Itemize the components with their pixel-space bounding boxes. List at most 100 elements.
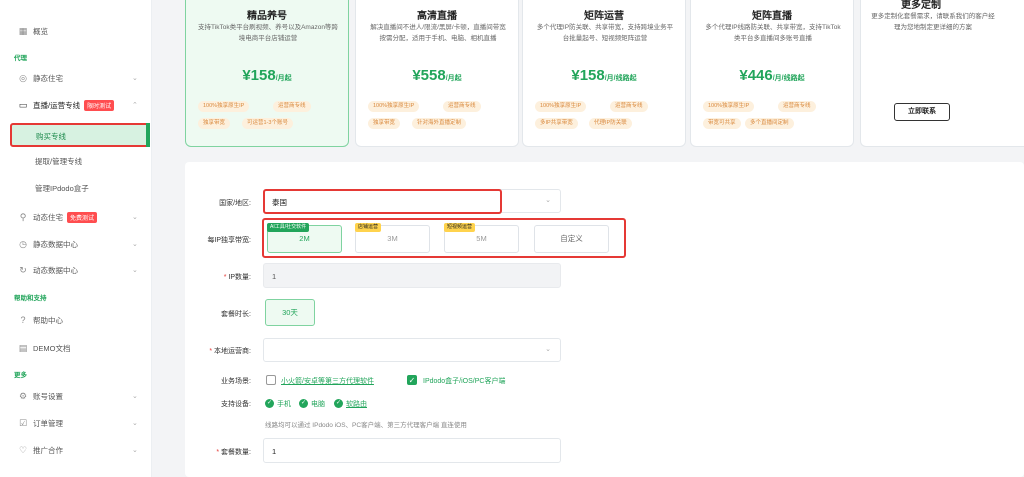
chevron-down-icon: ⌄ xyxy=(132,447,138,454)
price-value: ¥558 xyxy=(412,67,446,84)
device-pc: 电脑 xyxy=(311,401,325,408)
plan-tag: 多IP共享带宽 xyxy=(535,118,578,129)
plan-card-matrix-live[interactable]: 矩阵直播 多个代理IP线路防关联、共享带宽，支持TikTok类平台多直播间多账号… xyxy=(690,0,854,147)
price-value: ¥158 xyxy=(242,67,276,84)
plan-card-matrix-ops[interactable]: 矩阵运营 多个代理IP防关联、共享带宽，支持跨境业务平台批量起号、短视频矩阵运营… xyxy=(522,0,686,147)
grid-icon: ▦ xyxy=(18,26,28,36)
plan-title: 精品养号 xyxy=(247,11,287,22)
chevron-down-icon: ⌄ xyxy=(132,241,138,248)
price-value: ¥158 xyxy=(571,67,605,84)
check-circle-icon: ✓ xyxy=(265,399,274,408)
isp-label-text: 本地运营商: xyxy=(214,348,251,355)
plan-tag: 独享带宽 xyxy=(198,118,231,129)
sidebar-group-help: 帮助和支持 xyxy=(14,295,47,302)
plan-tag: 100%独享原生IP xyxy=(703,101,755,112)
chevron-down-icon: ⌄ xyxy=(545,346,551,353)
sidebar-item-static-dc[interactable]: ◷ 静态数据中心 ⌄ xyxy=(0,233,152,255)
bandwidth-label: 每IP独享带宽: xyxy=(207,237,251,244)
plan-tag: 运营商专线 xyxy=(778,101,816,112)
order-form: 国家/地区: 泰国 ⌄ 每IP独享带宽: AI工具/社交软件 2M 店铺运营 3… xyxy=(185,162,1024,477)
usage-note: 线路均可以通过 IPdodo iOS、PC客户端、第三方代理客户端 直连使用 xyxy=(265,422,467,429)
check-circle-icon: ✓ xyxy=(334,399,343,408)
bandwidth-option-custom[interactable]: 自定义 xyxy=(534,225,609,253)
price-unit: /月/线路起 xyxy=(604,75,637,82)
bandwidth-tag: 店铺运营 xyxy=(355,223,382,232)
heart-icon: ♡ xyxy=(18,445,28,455)
sidebar-item-help-center[interactable]: ? 帮助中心 xyxy=(0,309,152,331)
sidebar-group-more: 更多 xyxy=(14,372,27,379)
chevron-down-icon: ⌄ xyxy=(132,420,138,427)
device-router-link[interactable]: 软路由 xyxy=(346,399,367,409)
chevron-down-icon: ⌄ xyxy=(545,197,551,204)
plan-tag: 100%独享原生IP xyxy=(535,101,587,112)
sidebar-item-overview[interactable]: ▦ 概览 xyxy=(0,20,152,42)
sidebar-item-account-settings[interactable]: ⚙ 账号设置 ⌄ xyxy=(0,385,152,407)
sidebar-item-live-line[interactable]: ▭ 直播/运营专线 限时测试 ⌃ xyxy=(0,94,152,116)
plan-card-premium-account[interactable]: 精品养号 支持TikTok类平台刷视频、养号以及Amazon等跨境电商平台店铺运… xyxy=(185,0,349,147)
scenario-third-party-link[interactable]: 小火箭/安卓等第三方代理软件 xyxy=(281,376,374,386)
bandwidth-value: 3M xyxy=(387,234,398,243)
bandwidth-option-2m[interactable]: AI工具/社交软件 2M xyxy=(267,223,342,253)
checklist-icon: ☑ xyxy=(18,418,28,428)
sidebar-item-dynamic-dc[interactable]: ↻ 动态数据中心 ⌄ xyxy=(0,259,152,281)
limited-test-badge: 限时测试 xyxy=(84,99,115,111)
bandwidth-value: 2M xyxy=(299,234,310,243)
chevron-down-icon: ⌄ xyxy=(132,214,138,221)
plan-tag: 运营商专线 xyxy=(610,101,648,112)
sidebar-item-order-mgmt[interactable]: ☑ 订单管理 ⌄ xyxy=(0,412,152,434)
package-count-input[interactable]: 1 xyxy=(263,438,561,463)
plan-description: 多个代理IP线路防关联、共享带宽，支持TikTok类平台多直播间多账号直播 xyxy=(705,24,841,42)
plan-price: ¥158/月起 xyxy=(186,67,348,84)
plan-title: 更多定制 xyxy=(901,0,941,11)
user-settings-icon: ⚙ xyxy=(18,391,28,401)
bandwidth-value: 自定义 xyxy=(560,234,583,243)
isp-select[interactable]: ⌄ xyxy=(263,338,561,362)
scenario-label: 业务场景: xyxy=(221,378,251,385)
scenario-ipdodo-label: IPdodo盒子/iOS/PC客户端 xyxy=(423,378,506,385)
price-value: ¥446 xyxy=(739,67,773,84)
chevron-down-icon: ⌄ xyxy=(132,75,138,82)
plan-tag: 可运营1-3个账号 xyxy=(242,118,293,129)
duration-label: 套餐时长: xyxy=(221,311,251,318)
sidebar-item-buy-line[interactable]: 购买专线 xyxy=(10,123,150,147)
check-circle-icon: ✓ xyxy=(299,399,308,408)
sidebar-item-static-residential[interactable]: ◎ 静态住宅 ⌄ xyxy=(0,67,152,89)
bandwidth-tag: AI工具/社交软件 xyxy=(267,223,310,232)
scenario-third-party-checkbox[interactable] xyxy=(266,375,276,385)
price-unit: /月起 xyxy=(445,75,462,82)
ip-count-value: 1 xyxy=(272,272,277,281)
sidebar-item-demo-docs[interactable]: ▤ DEMO文档 xyxy=(0,337,152,359)
devices-label: 支持设备: xyxy=(221,401,251,408)
question-icon: ? xyxy=(20,315,26,325)
ip-count-input[interactable]: 1 xyxy=(263,263,561,288)
duration-option-30d[interactable]: 30天 xyxy=(265,299,315,326)
ip-count-label-text: IP数量: xyxy=(228,274,251,281)
bandwidth-option-5m[interactable]: 短视频运营 5M xyxy=(444,223,519,253)
country-label: 国家/地区: xyxy=(219,200,251,207)
plan-price: ¥558/月起 xyxy=(356,67,518,84)
pin-icon: ⚲ xyxy=(19,212,27,222)
scenario-ipdodo-checkbox[interactable]: ✓ xyxy=(407,375,417,385)
sidebar-item-manage-line[interactable]: 提取/管理专线 xyxy=(0,150,152,172)
plan-tag: 多个直播间定制 xyxy=(745,118,794,129)
plan-card-custom[interactable]: 更多定制 更多定制化套餐需求，请联系我们的客户经理为您地制定更详细的方案 立即联… xyxy=(860,0,1024,147)
bandwidth-option-3m[interactable]: 店铺运营 3M xyxy=(355,223,430,253)
sidebar-item-partner[interactable]: ♡ 推广合作 ⌄ xyxy=(0,439,152,461)
package-count-label-text: 套餐数量: xyxy=(221,449,251,456)
refresh-icon: ↻ xyxy=(19,265,27,275)
plan-title: 高清直播 xyxy=(417,11,457,22)
clock-icon: ◷ xyxy=(19,239,27,249)
sidebar-group-proxy: 代理 xyxy=(14,55,27,62)
contact-now-button[interactable]: 立即联系 xyxy=(894,103,950,121)
plan-title: 矩阵直播 xyxy=(752,11,792,22)
plan-card-hd-live[interactable]: 高清直播 解决直播间不进人/限流/黑屏/卡顿，直播间带宽按需分配，适用于手机、电… xyxy=(355,0,519,147)
isp-label: * 本地运营商: xyxy=(209,348,251,355)
chevron-up-icon: ⌃ xyxy=(132,102,138,109)
plan-description: 更多定制化套餐需求，请联系我们的客户经理为您地制定更详细的方案 xyxy=(871,13,995,31)
sidebar-item-dynamic-residential[interactable]: ⚲ 动态住宅 免费测试 ⌄ xyxy=(0,206,152,228)
device-phone: 手机 xyxy=(277,401,291,408)
sidebar-item-manage-box[interactable]: 管理IPdodo盒子 xyxy=(0,177,152,199)
plan-tag: 带宽可共享 xyxy=(703,118,741,129)
document-icon: ▤ xyxy=(18,343,28,353)
plan-price: ¥158/月/线路起 xyxy=(523,67,685,84)
